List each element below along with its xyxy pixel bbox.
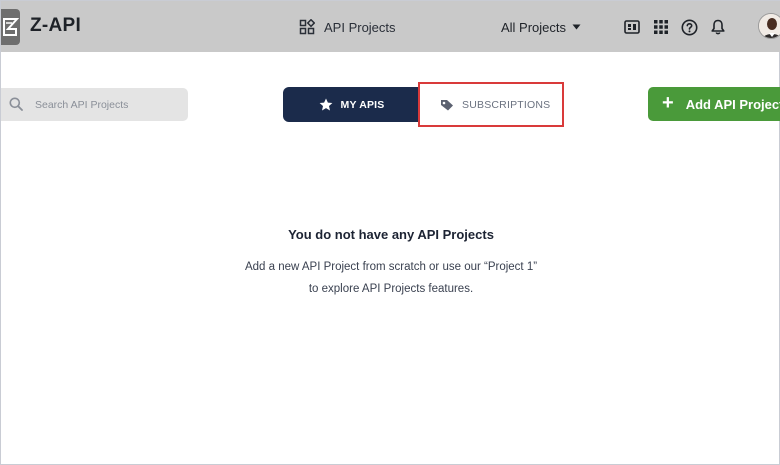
tab-my-apis[interactable]: MY APIS [283, 87, 420, 122]
help-icon [681, 19, 697, 35]
dashboard-button[interactable] [622, 17, 642, 37]
tag-icon [441, 99, 453, 110]
search-box[interactable] [1, 88, 188, 121]
api-view-tabs: MY APIS SUBSCRIPTIONS [283, 87, 563, 122]
tab-my-apis-label: MY APIS [340, 98, 385, 111]
top-bar: Z-API API Projects All Projects [1, 1, 780, 52]
empty-state-title: You do not have any API Projects [288, 227, 494, 242]
apps-grid-button[interactable] [651, 17, 671, 37]
bell-icon [711, 19, 725, 35]
caret-down-icon [572, 24, 581, 30]
nav-api-projects-label: API Projects [324, 19, 396, 35]
plus-icon: + [662, 92, 674, 114]
tab-subscriptions[interactable]: SUBSCRIPTIONS [420, 87, 563, 122]
star-icon [319, 98, 332, 111]
nav-api-projects[interactable]: API Projects [299, 17, 396, 37]
help-button[interactable] [679, 17, 699, 37]
app-logo[interactable] [1, 9, 20, 45]
app-name: Z-API [30, 15, 82, 36]
add-api-project-label: Add API Project [685, 96, 780, 112]
app-frame: Z-API API Projects All Projects Search A… [0, 0, 780, 465]
user-avatar[interactable] [758, 13, 780, 39]
all-projects-label: All Projects [501, 19, 567, 35]
all-projects-dropdown[interactable]: All Projects [501, 17, 581, 37]
avatar-icon [759, 14, 780, 38]
apps-grid-icon [654, 20, 668, 34]
add-api-project-button[interactable]: + Add API Project [648, 87, 780, 121]
logo-icon [3, 18, 19, 36]
search-input[interactable] [35, 88, 185, 121]
notifications-button[interactable] [708, 17, 728, 37]
dashboard-icon [624, 20, 640, 34]
search-icon [9, 97, 23, 111]
empty-state-line-2: to explore API Projects features. [308, 283, 474, 295]
tab-subscriptions-label: SUBSCRIPTIONS [462, 98, 551, 111]
empty-state-line-1: Add a new API Project from scratch or us… [244, 261, 538, 273]
grid-projects-icon [299, 19, 315, 35]
